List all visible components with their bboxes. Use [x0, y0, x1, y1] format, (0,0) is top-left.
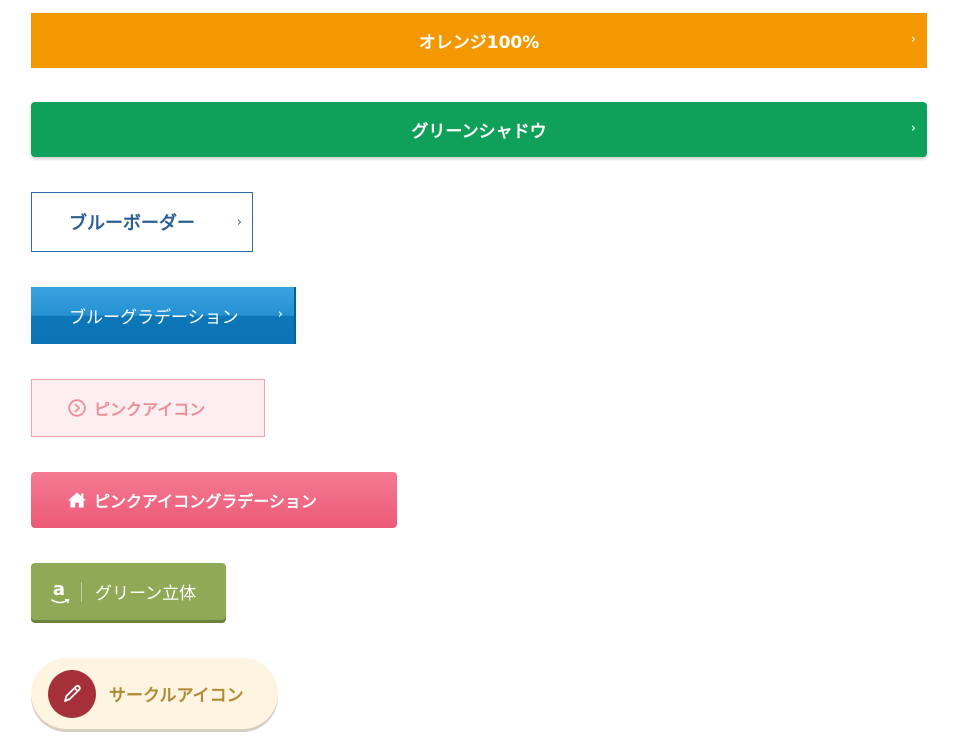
pink-icon-button[interactable]: ピンクアイコン	[31, 379, 265, 437]
chevron-right-icon: ›	[277, 307, 283, 322]
blue-gradient-button-label: ブルーグラデーション	[69, 308, 239, 328]
chevron-right-icon: ›	[910, 121, 916, 136]
blue-gradient-button[interactable]: ブルーグラデーション ›	[31, 287, 296, 344]
green-shadow-button[interactable]: グリーンシャドウ ›	[31, 102, 927, 157]
blue-border-button[interactable]: ブルーボーダー ›	[31, 192, 253, 252]
circle-icon-button[interactable]: サークルアイコン	[31, 658, 278, 729]
chevron-right-icon: ›	[910, 32, 916, 47]
pink-icon-gradient-button[interactable]: ピンクアイコングラデーション	[31, 472, 397, 528]
chevron-right-icon: ›	[236, 215, 242, 230]
home-icon	[67, 491, 87, 509]
orange-button-label: オレンジ100%	[418, 33, 540, 53]
amazon-icon: a	[49, 579, 70, 604]
pink-icon-button-label: ピンクアイコン	[94, 400, 206, 419]
green-shadow-button-label: グリーンシャドウ	[411, 122, 547, 142]
pencil-icon	[48, 669, 96, 718]
pink-icon-gradient-button-label: ピンクアイコングラデーション	[94, 492, 317, 511]
separator	[81, 581, 82, 602]
green-3d-button-label: グリーン立体	[95, 584, 197, 604]
blue-border-button-label: ブルーボーダー	[69, 213, 195, 234]
green-3d-button[interactable]: a グリーン立体	[31, 563, 226, 620]
circle-chevron-right-icon	[68, 399, 86, 417]
orange-button[interactable]: オレンジ100% ›	[31, 13, 927, 68]
circle-icon-button-label: サークルアイコン	[109, 686, 244, 706]
